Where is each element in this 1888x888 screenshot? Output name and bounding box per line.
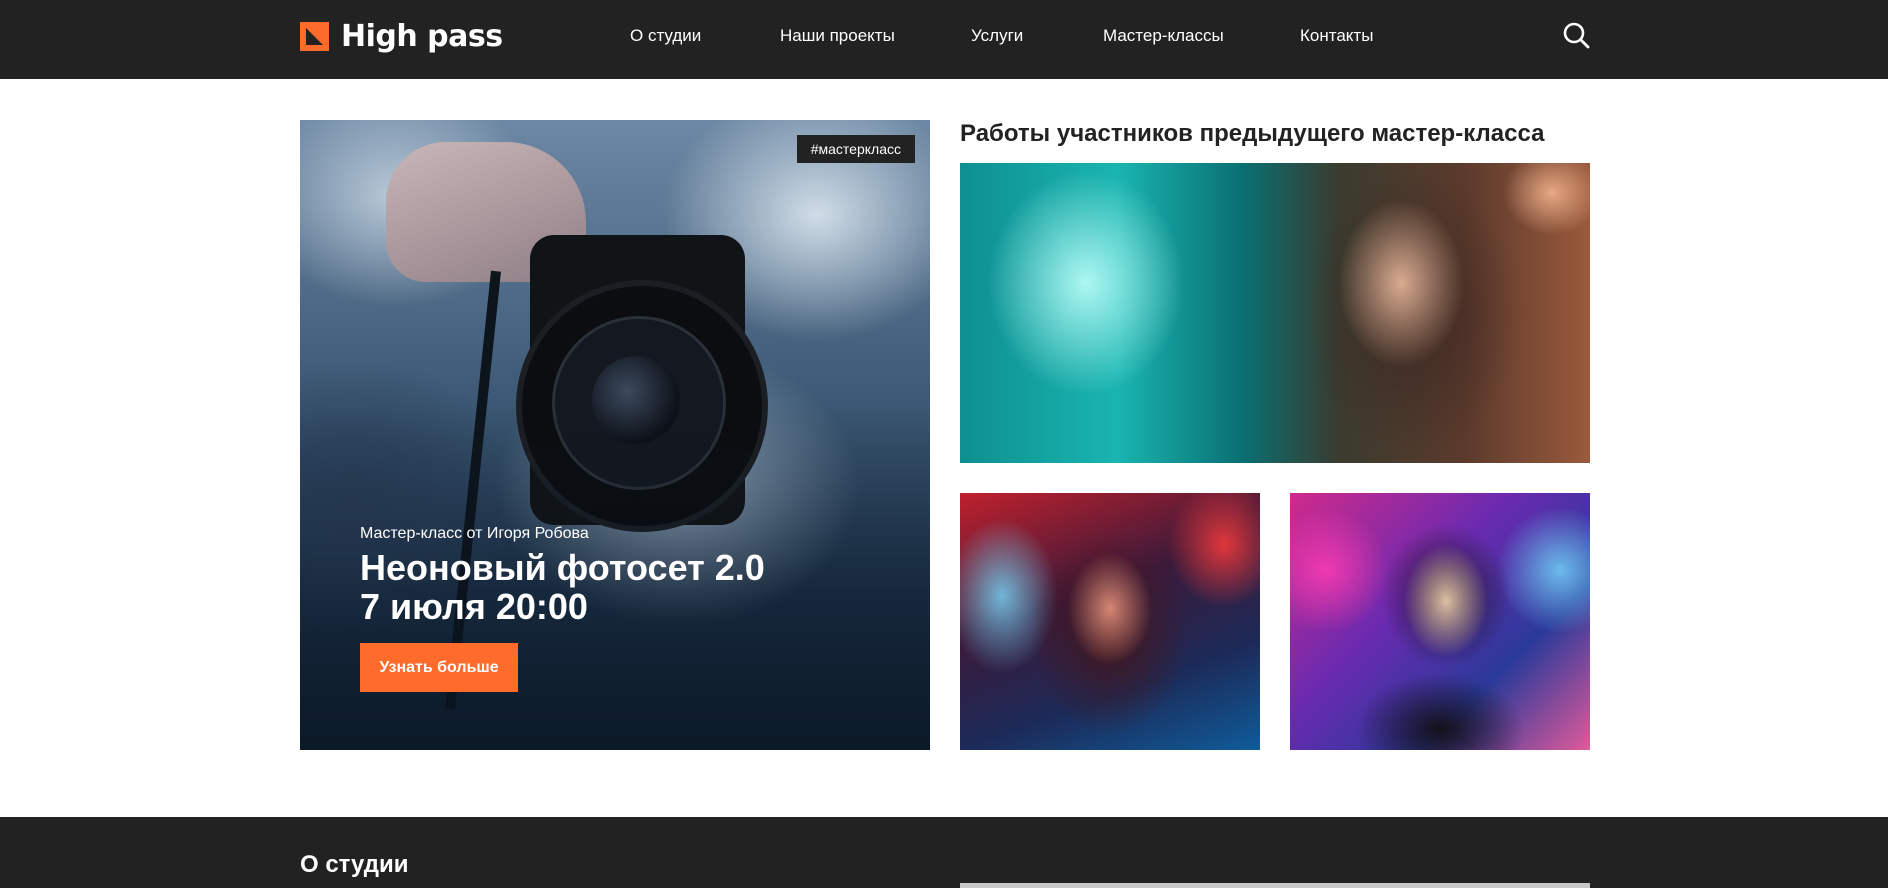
nav-item-services[interactable]: Услуги xyxy=(971,26,1023,46)
hero-tag[interactable]: #мастеркласс xyxy=(796,135,915,163)
nav-item-projects[interactable]: Наши проекты xyxy=(780,26,895,46)
hero-title: Неоновый фотосет 2.0 7 июля 20:00 xyxy=(360,548,765,626)
about-section: О студии xyxy=(0,817,1888,888)
about-title: О студии xyxy=(300,851,409,878)
hero-subtitle: Мастер-класс от Игоря Робова xyxy=(360,525,589,542)
about-image xyxy=(960,883,1590,888)
site-header: High pass О студии Наши проекты Услуги М… xyxy=(0,0,1888,79)
hero-title-line1: Неоновый фотосет 2.0 xyxy=(360,547,765,588)
work-photo-1[interactable] xyxy=(960,163,1590,463)
nav-item-about[interactable]: О студии xyxy=(630,26,701,46)
hero-card: #мастеркласс Мастер-класс от Игоря Робов… xyxy=(300,120,930,750)
works-title: Работы участников предыдущего мастер-кла… xyxy=(960,120,1545,147)
logo-text: High pass xyxy=(341,18,503,54)
nav-item-contacts[interactable]: Контакты xyxy=(1300,26,1373,46)
learn-more-button[interactable]: Узнать больше xyxy=(360,643,518,692)
work-photo-2[interactable] xyxy=(960,493,1260,750)
nav-item-workshops[interactable]: Мастер-классы xyxy=(1103,26,1224,46)
logo[interactable]: High pass xyxy=(300,18,503,54)
logo-icon xyxy=(300,21,329,51)
search-icon[interactable] xyxy=(1562,21,1590,49)
hero-title-line2: 7 июля 20:00 xyxy=(360,586,588,627)
work-photo-3[interactable] xyxy=(1290,493,1590,750)
